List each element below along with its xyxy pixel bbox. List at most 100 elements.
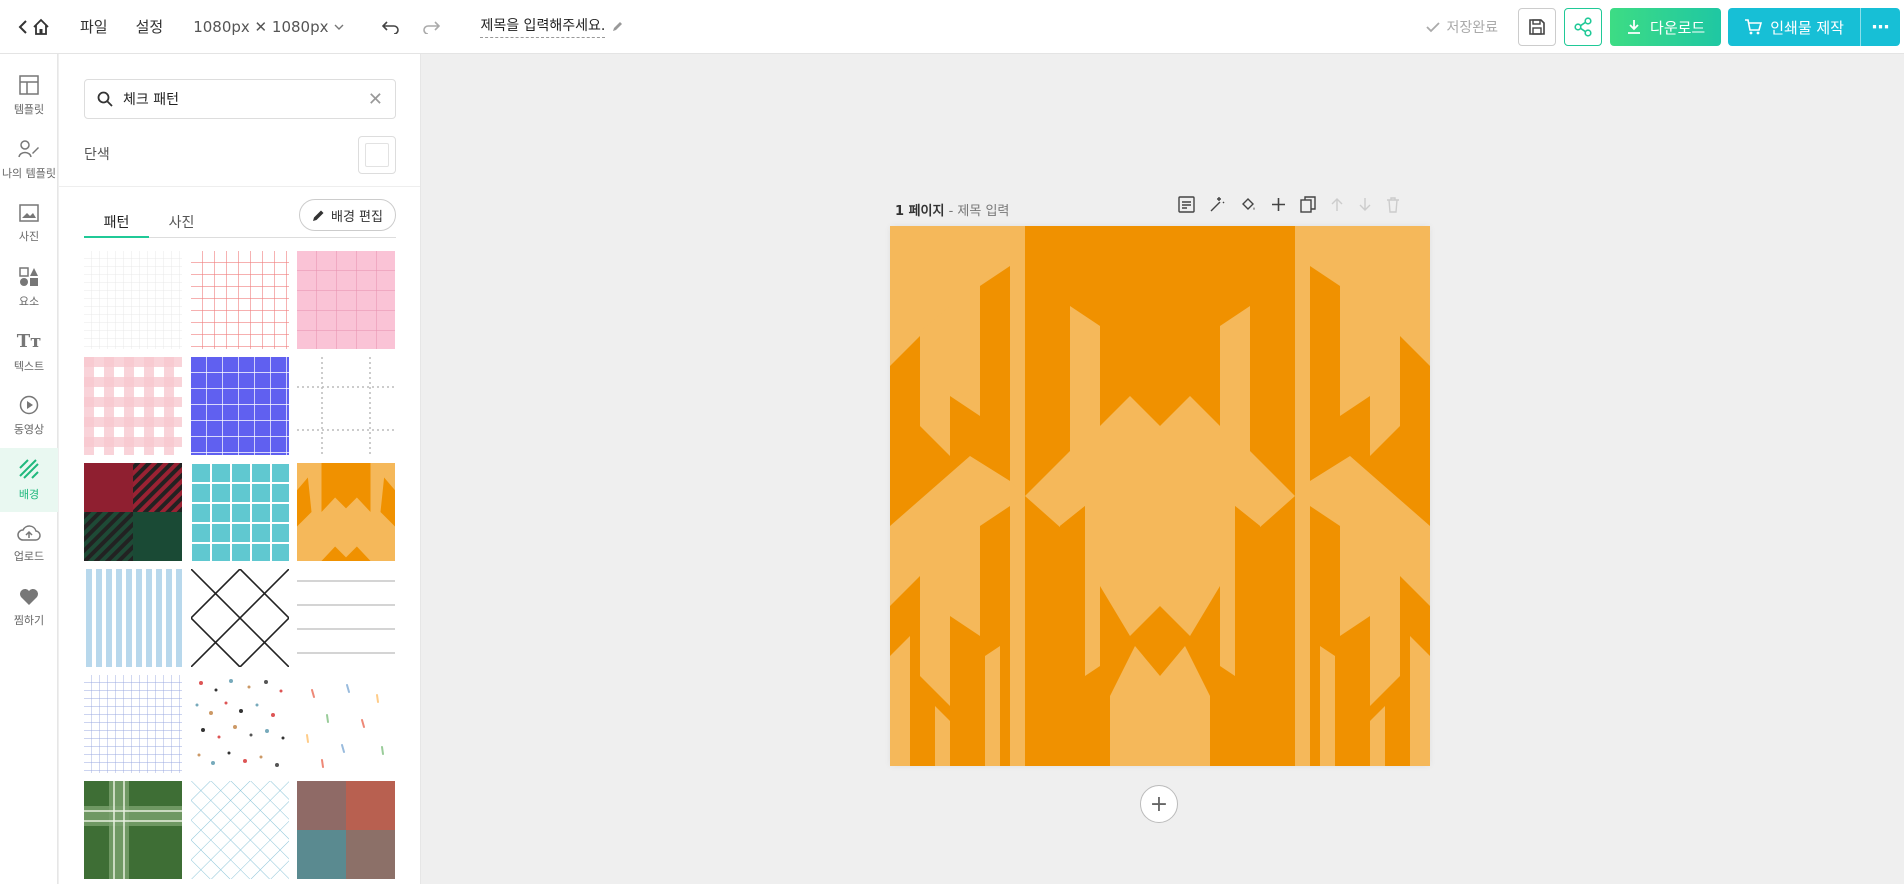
trash-icon[interactable] [1386, 196, 1400, 213]
layout-icon [19, 75, 39, 95]
move-down-icon[interactable] [1358, 197, 1372, 212]
paint-bucket-icon[interactable] [1240, 196, 1257, 213]
pattern-tile-dotted-grid[interactable] [297, 357, 395, 455]
pencil-icon [313, 210, 324, 221]
elements-icon [19, 267, 38, 286]
document-title[interactable]: 제목을 입력해주세요. [480, 15, 624, 38]
download-label: 다운로드 [1650, 18, 1706, 37]
rail-item-video[interactable]: 동영상 [0, 384, 58, 448]
pattern-tile-blue-fine-grid[interactable] [84, 675, 182, 773]
tab-pattern[interactable]: 패턴 [84, 208, 149, 238]
rail-item-upload[interactable]: 업로드 [0, 512, 58, 576]
solid-color-swatch[interactable] [358, 136, 396, 174]
save-button[interactable] [1518, 8, 1557, 46]
top-bar: 파일 설정 1080px ✕ 1080px 제목을 입력해주세요. 저장완료 다… [0, 0, 1904, 54]
pattern-tile-teal-tiles[interactable] [191, 463, 289, 561]
print-order-button[interactable]: 인쇄물 제작 [1728, 8, 1860, 46]
pattern-tile-red-line-grid[interactable] [191, 251, 289, 349]
undo-icon[interactable] [382, 20, 400, 34]
pattern-tile-blue-grid[interactable] [191, 357, 289, 455]
cart-icon [1745, 19, 1763, 35]
pattern-tile-pink-gingham[interactable] [84, 357, 182, 455]
chevron-left-icon [18, 19, 27, 34]
pattern-tile-red-teal-plaid[interactable] [297, 781, 395, 879]
download-icon [1628, 20, 1641, 34]
save-status: 저장완료 [1426, 17, 1498, 37]
pattern-tile-confetti[interactable] [297, 675, 395, 773]
rail-label: 동영상 [13, 423, 45, 436]
pattern-tile-green-tartan[interactable] [84, 781, 182, 879]
pencil-icon [613, 22, 623, 31]
pattern-tile-terrazzo[interactable] [191, 675, 289, 773]
heart-icon [20, 589, 38, 605]
clear-search-icon[interactable]: ✕ [368, 89, 383, 110]
page-title-input[interactable]: - 제목 입력 [949, 204, 1010, 219]
document-title-text: 제목을 입력해주세요. [480, 15, 606, 38]
divider [59, 186, 420, 187]
more-options-button[interactable]: ⋯ [1860, 8, 1900, 46]
rail-label: 찜하기 [13, 614, 45, 627]
home-icon [33, 18, 49, 35]
download-button[interactable]: 다운로드 [1610, 8, 1722, 46]
rail-item-templates[interactable]: 템플릿 [0, 64, 58, 128]
edit-background-label: 배경 편집 [331, 209, 383, 225]
solid-color-label: 단색 [84, 147, 110, 163]
rail-item-background[interactable]: 배경 [0, 448, 58, 512]
add-page-button[interactable]: + [1140, 785, 1178, 823]
rail-item-text[interactable]: Tт 텍스트 [0, 320, 58, 384]
design-canvas[interactable] [890, 226, 1430, 766]
menu-settings[interactable]: 설정 [136, 16, 164, 37]
plus-icon: + [1149, 791, 1169, 817]
tab-photo[interactable]: 사진 [149, 208, 214, 238]
share-button[interactable] [1564, 8, 1603, 46]
swatch-color [365, 143, 389, 167]
left-rail: 템플릿 나의 템플릿 사진 요소 Tт 텍스트 동영상 배경 업로드 찜하기 [0, 54, 58, 884]
pattern-tile-orange-chevron[interactable] [297, 463, 395, 561]
home-button[interactable] [18, 18, 50, 36]
chevron-down-icon [334, 24, 344, 30]
add-page-icon[interactable] [1271, 197, 1286, 212]
share-icon [1574, 17, 1592, 37]
redo-icon[interactable] [422, 20, 441, 34]
upload-icon [17, 525, 41, 541]
pattern-tile-blue-stripes[interactable] [84, 569, 182, 667]
page-number: 1 페이지 [895, 204, 945, 219]
background-panel: 체크 패턴 ✕ 단색 패턴 사진 배경 편집 [59, 54, 421, 884]
rail-label: 나의 템플릿 [1, 167, 57, 180]
rail-label: 요소 [18, 295, 40, 308]
text-icon: Tт [16, 330, 42, 352]
rail-item-favorites[interactable]: 찜하기 [0, 576, 58, 640]
memo-icon[interactable] [1178, 196, 1195, 213]
rail-item-my-templates[interactable]: 나의 템플릿 [0, 128, 58, 192]
pattern-tile-blue-diamond-lattice[interactable] [191, 781, 289, 879]
copy-page-icon[interactable] [1300, 196, 1316, 213]
save-status-text: 저장완료 [1446, 20, 1499, 36]
check-icon [1426, 21, 1441, 32]
rail-label: 템플릿 [13, 103, 45, 116]
pattern-tile-black-diamond-lattice[interactable] [191, 569, 289, 667]
pattern-tile-pink-grid[interactable] [297, 251, 395, 349]
save-icon [1529, 19, 1545, 35]
search-input[interactable]: 체크 패턴 ✕ [84, 79, 396, 119]
more-icon: ⋯ [1871, 16, 1890, 38]
photo-icon [19, 204, 39, 222]
rail-item-elements[interactable]: 요소 [0, 256, 58, 320]
rail-label: 텍스트 [13, 359, 45, 373]
move-up-icon[interactable] [1330, 197, 1344, 212]
page-label: 1 페이지 - 제목 입력 [895, 200, 1009, 219]
canvas-size-value: 1080px ✕ 1080px [193, 17, 329, 36]
video-icon [19, 395, 39, 415]
menu-file[interactable]: 파일 [80, 16, 108, 37]
magic-icon[interactable] [1209, 196, 1226, 213]
canvas-size-select[interactable]: 1080px ✕ 1080px [193, 18, 344, 36]
page-toolbar [1178, 196, 1400, 213]
edit-background-button[interactable]: 배경 편집 [299, 199, 396, 231]
pattern-tile-gray-horizontal-lines[interactable] [297, 569, 395, 667]
my-template-icon [18, 140, 39, 158]
pattern-tile-fine-white-grid[interactable] [84, 251, 182, 349]
rail-label: 배경 [18, 488, 40, 501]
search-value: 체크 패턴 [123, 92, 179, 108]
print-label: 인쇄물 제작 [1770, 18, 1844, 37]
pattern-tile-red-green-plaid[interactable] [84, 463, 182, 561]
rail-item-photos[interactable]: 사진 [0, 192, 58, 256]
